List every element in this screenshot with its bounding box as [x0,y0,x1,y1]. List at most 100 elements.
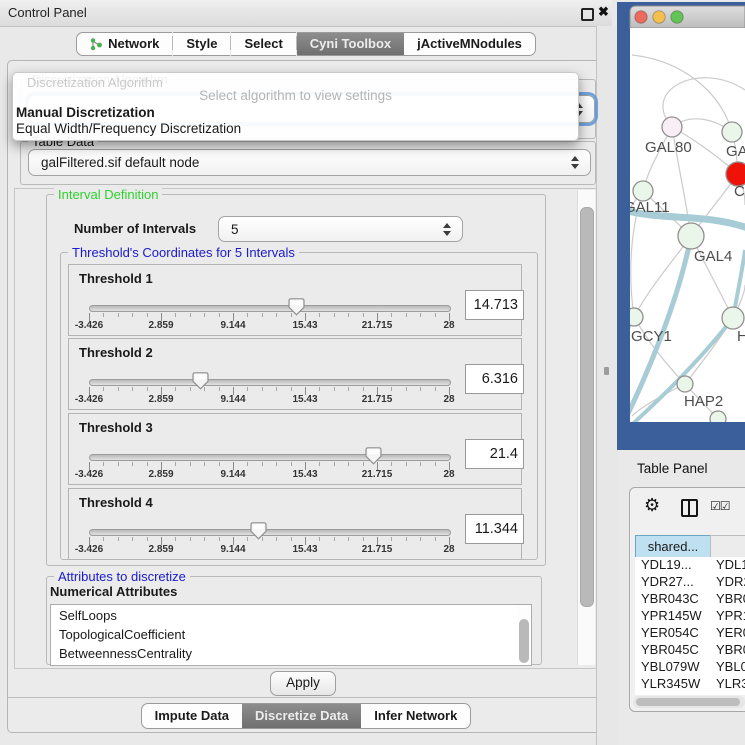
cell-shared-name[interactable]: YBR045C [641,642,699,657]
cell-name[interactable]: YIL052C [716,693,745,695]
vertical-scrollbar-thumb[interactable] [580,207,594,607]
dropdown-item-equal-width-frequency[interactable]: Equal Width/Frequency Discretization [16,121,574,137]
tab-infer-network[interactable]: Infer Network [361,703,471,729]
cell-name[interactable]: YBR045C [716,642,745,657]
network-node[interactable] [677,376,693,392]
select-columns-icon[interactable]: ☑☑ [710,499,730,513]
cell-shared-name[interactable]: YDR27... [641,574,694,589]
table-row[interactable]: YBL079W YBL079W [635,659,745,676]
table-panel-title: Table Panel [637,461,708,476]
tab-network[interactable]: Network [76,32,172,56]
zoom-traffic-light-icon[interactable] [671,11,683,23]
tick-mark [175,537,176,541]
list-item[interactable]: TopologicalCoefficient [59,627,185,646]
column-header-name[interactable]: name [710,535,745,558]
settings-gear-icon[interactable]: ⚙ [644,495,660,516]
cell-shared-name[interactable]: YBL079W [641,659,700,674]
tick-mark [435,462,436,466]
close-icon[interactable]: ✖ [598,4,609,20]
panel-splitter[interactable] [596,26,618,745]
dropdown-item-manual-discretization[interactable]: Manual Discretization [16,105,574,121]
tick-mark [291,537,292,541]
threshold-value-field[interactable]: 11.344 [465,514,524,544]
slider-thumb[interactable] [192,372,209,390]
tick-label: 28 [443,394,454,405]
tab-style[interactable]: Style [173,32,230,56]
threshold-value-field[interactable]: 14.713 [465,290,524,320]
network-node[interactable] [722,307,744,329]
table-row[interactable]: YBR043C YBR043C [635,591,745,608]
tick-mark [175,462,176,466]
tick-mark [406,387,407,391]
tick-mark [391,387,392,391]
apply-button[interactable]: Apply [270,671,336,696]
horizontal-scrollbar-thumb[interactable] [636,698,740,706]
network-node[interactable] [678,223,704,249]
slider-track[interactable] [89,305,451,312]
table-row[interactable]: YBR045C YBR045C [635,642,745,659]
tab-discretize-data[interactable]: Discretize Data [242,703,361,729]
table-row[interactable]: YLR345W YLR345W [635,676,745,693]
list-scrollbar[interactable] [518,605,530,663]
column-header-shared-name[interactable]: shared... [635,535,711,558]
table-row[interactable]: YIL052C YIL052C [635,693,745,695]
tab-cyni-toolbox[interactable]: Cyni Toolbox [297,32,404,56]
close-traffic-light-icon[interactable] [635,11,647,23]
cell-shared-name[interactable]: YDL19... [641,557,692,572]
cell-shared-name[interactable]: YIL052C [641,693,692,695]
network-node[interactable] [722,122,742,142]
threshold-value-field[interactable]: 21.4 [465,439,524,469]
tick-mark [420,387,421,391]
tick-mark [190,537,191,541]
slider-thumb[interactable] [365,447,382,465]
tick-mark [219,313,220,317]
cell-name[interactable]: YPR145W [716,608,745,623]
network-node[interactable] [662,117,682,137]
table-row[interactable]: YPR145W YPR145W [635,608,745,625]
slider-track[interactable] [89,529,451,536]
splitter-grip-icon[interactable] [604,367,609,375]
cell-name[interactable]: YER054C [716,625,745,640]
list-item[interactable]: SelfLoops [59,608,117,627]
tab-impute-data[interactable]: Impute Data [141,703,242,729]
slider-track[interactable] [89,379,451,386]
network-canvas[interactable]: GAL80GACGAL11GAL4GCY1HHAP2 [617,0,745,450]
cell-name[interactable]: YDR27... [716,574,745,589]
table-row[interactable]: YDR27... YDR27... [635,574,745,591]
control-panel-titlebar: Control Panel [0,0,612,27]
table-data-combobox[interactable]: galFiltered.sif default node [28,149,591,176]
list-scrollbar-thumb[interactable] [519,619,529,663]
slider-thumb[interactable] [250,522,267,540]
cell-shared-name[interactable]: YBR043C [641,591,699,606]
numerical-attributes-list[interactable]: SelfLoopsTopologicalCoefficientBetweenne… [50,604,532,666]
tick-mark [363,537,364,541]
cell-shared-name[interactable]: YLR345W [641,676,700,691]
horizontal-scrollbar[interactable] [633,696,745,708]
slider-thumb[interactable] [288,298,305,316]
network-node[interactable] [633,181,653,201]
cell-name[interactable]: YDL19... [716,557,745,572]
float-window-icon[interactable] [581,8,594,21]
cell-name[interactable]: YBL079W [716,659,745,674]
cell-shared-name[interactable]: YER054C [641,625,699,640]
tick-mark [363,313,364,317]
tab-jactivemnodules[interactable]: jActiveMNodules [404,32,536,56]
list-item[interactable]: BetweennessCentrality [59,646,192,665]
tick-mark [204,462,205,466]
cell-name[interactable]: YBR043C [716,591,745,606]
tick-label: 15.43 [292,544,317,555]
minimize-traffic-light-icon[interactable] [653,11,665,23]
tick-label: 9.144 [220,544,245,555]
cell-shared-name[interactable]: YPR145W [641,608,702,623]
threshold-value-field[interactable]: 6.316 [465,364,524,394]
table-row[interactable]: YER054C YER054C [635,625,745,642]
table-row[interactable]: YDL19... YDL19... [635,557,745,574]
slider-track[interactable] [89,454,451,461]
tick-mark [276,537,277,541]
tick-mark [391,537,392,541]
tab-select[interactable]: Select [231,32,295,56]
tick-mark [276,387,277,391]
split-view-icon[interactable] [681,499,698,517]
cell-name[interactable]: YLR345W [716,676,745,691]
number-of-intervals-spinner[interactable]: 5 [218,216,463,242]
